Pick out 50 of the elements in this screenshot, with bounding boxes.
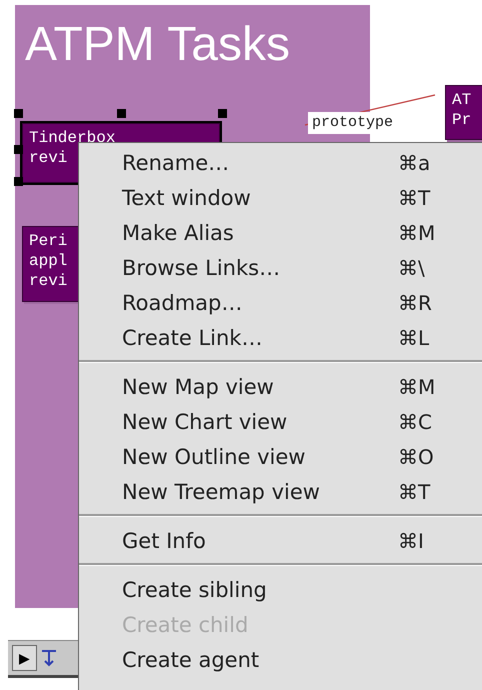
menu-item-shortcut: ⌘O [398, 444, 434, 468]
note-text: Pr [452, 110, 472, 130]
selection-handle[interactable] [14, 109, 23, 118]
note-text: Peri [29, 231, 68, 251]
scroll-right-button[interactable]: ▶ [12, 645, 37, 671]
menu-item-label: New Treemap view [122, 480, 321, 504]
menu-item[interactable]: Create Link… ⌘L [79, 320, 482, 355]
note-text: revi [29, 148, 68, 168]
menu-item[interactable]: Create agent [79, 642, 482, 677]
menu-item[interactable]: Rename… ⌘a [79, 145, 482, 180]
menu-item-shortcut: ⌘a [398, 150, 430, 174]
menu-item-shortcut: ⌘L [398, 326, 430, 350]
menu-item[interactable]: Get Info ⌘I [79, 523, 482, 558]
note-text: appl [29, 251, 68, 271]
menu-item-label: New Map view [122, 374, 275, 398]
menu-item-label: Browse Links… [122, 256, 282, 280]
menu-item-shortcut: ⌘T [398, 480, 430, 504]
selection-handle[interactable] [14, 177, 23, 186]
menu-item-label: Create Link… [122, 326, 264, 350]
tool-icon[interactable] [41, 648, 57, 668]
menu-item[interactable]: Create sibling [79, 572, 482, 607]
adornment-title: ATPM Tasks [25, 17, 290, 73]
menu-item[interactable]: New Chart view ⌘C [79, 404, 482, 439]
menu-item-label: Get Info [122, 528, 207, 552]
note-text: revi [29, 271, 68, 291]
menu-item-label: Roadmap… [122, 290, 244, 314]
note[interactable]: AT Pr [445, 85, 482, 140]
menu-item-label: New Chart view [122, 410, 288, 434]
menu-item-shortcut: ⌘M [398, 220, 436, 244]
menu-item-label: Text window [122, 186, 252, 210]
note-text: Tinderbox [29, 128, 116, 148]
menu-item-shortcut: ⌘I [398, 528, 424, 552]
menu-item-label: New Outline view [122, 444, 306, 468]
menu-item-label: Create sibling [122, 578, 268, 602]
menu-item[interactable]: New Treemap view ⌘T [79, 474, 482, 509]
selection-handle[interactable] [218, 109, 227, 118]
menu-item-shortcut: ⌘C [398, 410, 432, 434]
menu-item-shortcut: ⌘T [398, 186, 430, 210]
selection-handle[interactable] [14, 145, 23, 154]
menu-item-label: Make Alias [122, 220, 235, 244]
menu-item[interactable]: New Outline view ⌘O [79, 439, 482, 474]
menu-item[interactable]: Text window ⌘T [79, 180, 482, 215]
menu-item-label: Rename… [122, 150, 230, 174]
selection-handle[interactable] [117, 109, 126, 118]
menu-item[interactable]: New Map view ⌘M [79, 369, 482, 404]
menu-item-label: Create agent [122, 648, 260, 672]
menu-item-shortcut: ⌘R [398, 290, 432, 314]
note-text: AT [452, 90, 472, 110]
menu-item-shortcut: ⌘M [398, 374, 436, 398]
menu-item-shortcut: ⌘\ [398, 256, 425, 280]
